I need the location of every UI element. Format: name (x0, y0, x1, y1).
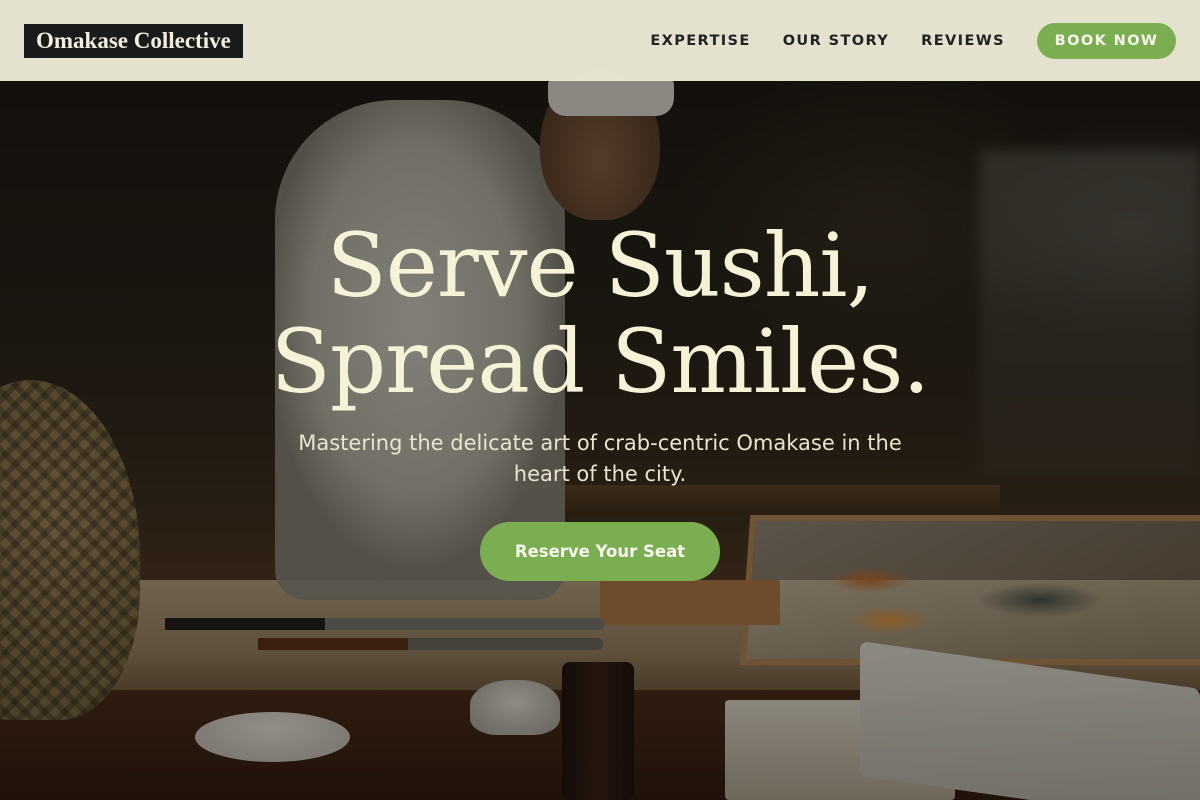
nav-links: EXPERTISE OUR STORY REVIEWS BOOK NOW (650, 22, 1176, 59)
hero-headline: Serve Sushi, Spread Smiles. (150, 218, 1050, 410)
nav-link-our-story[interactable]: OUR STORY (783, 33, 889, 49)
book-now-button[interactable]: BOOK NOW (1037, 22, 1176, 59)
site-logo[interactable]: Omakase Collective (24, 23, 243, 58)
headline-line-1: Serve Sushi, (326, 214, 874, 317)
hero-subtext: Mastering the delicate art of crab-centr… (298, 431, 902, 486)
headline-line-2: Spread Smiles. (270, 310, 931, 413)
reserve-seat-button[interactable]: Reserve Your Seat (480, 522, 720, 581)
nav-link-reviews[interactable]: REVIEWS (921, 33, 1005, 49)
nav-link-expertise[interactable]: EXPERTISE (650, 33, 750, 49)
hero-section: Serve Sushi, Spread Smiles. Mastering th… (0, 0, 1200, 800)
top-navigation-bar: Omakase Collective EXPERTISE OUR STORY R… (0, 0, 1200, 81)
